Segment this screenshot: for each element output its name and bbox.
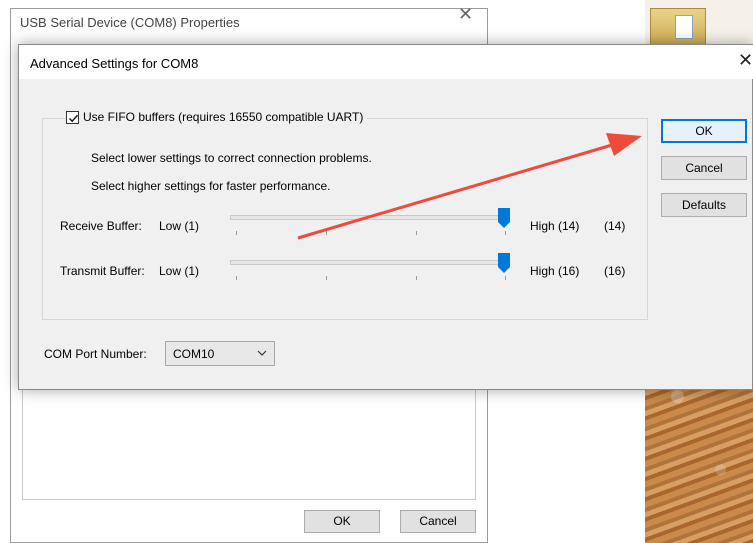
receive-buffer-value: (14) (604, 219, 626, 233)
dialog-title: Advanced Settings for COM8 (30, 56, 199, 71)
properties-cancel-button[interactable]: Cancel (400, 510, 476, 533)
defaults-button[interactable]: Defaults (661, 193, 747, 217)
com-port-select[interactable]: COM10 (165, 341, 275, 366)
receive-buffer-label: Receive Buffer: (60, 219, 142, 233)
slider-tick (505, 276, 506, 280)
fifo-checkbox[interactable] (66, 110, 79, 124)
receive-buffer-slider[interactable] (230, 208, 510, 238)
cancel-button[interactable]: Cancel (661, 156, 747, 180)
transmit-buffer-slider[interactable] (230, 253, 510, 283)
slider-thumb[interactable] (498, 253, 510, 273)
fifo-checkbox-row[interactable]: Use FIFO buffers (requires 16550 compati… (66, 110, 368, 124)
receive-buffer-low-label: Low (1) (159, 219, 200, 233)
chevron-down-icon (257, 350, 267, 356)
close-icon[interactable]: ✕ (458, 4, 473, 25)
hint-higher-settings: Select higher settings for faster perfor… (91, 179, 331, 193)
com-port-label: COM Port Number: (44, 347, 147, 361)
properties-ok-button[interactable]: OK (304, 510, 380, 533)
transmit-buffer-value: (16) (604, 264, 626, 278)
ok-button[interactable]: OK (661, 119, 747, 143)
slider-tick (326, 231, 327, 235)
slider-track (230, 215, 510, 220)
com-port-selected-value: COM10 (173, 347, 215, 361)
slider-track (230, 260, 510, 265)
slider-tick (236, 276, 237, 280)
transmit-buffer-label: Transmit Buffer: (60, 264, 145, 278)
hint-lower-settings: Select lower settings to correct connect… (91, 151, 372, 165)
slider-tick (416, 231, 417, 235)
transmit-buffer-low-label: Low (1) (159, 264, 200, 278)
close-icon[interactable]: ✕ (738, 50, 753, 71)
slider-tick (505, 231, 506, 235)
slider-tick (326, 276, 327, 280)
slider-tick (236, 231, 237, 235)
checkmark-icon (69, 114, 79, 122)
fifo-checkbox-label: Use FIFO buffers (requires 16550 compati… (83, 110, 364, 124)
receive-buffer-high-label: High (14) (530, 219, 580, 233)
properties-window-title: USB Serial Device (COM8) Properties (20, 15, 240, 30)
transmit-buffer-high-label: High (16) (530, 264, 580, 278)
slider-thumb[interactable] (498, 208, 510, 228)
slider-tick (416, 276, 417, 280)
